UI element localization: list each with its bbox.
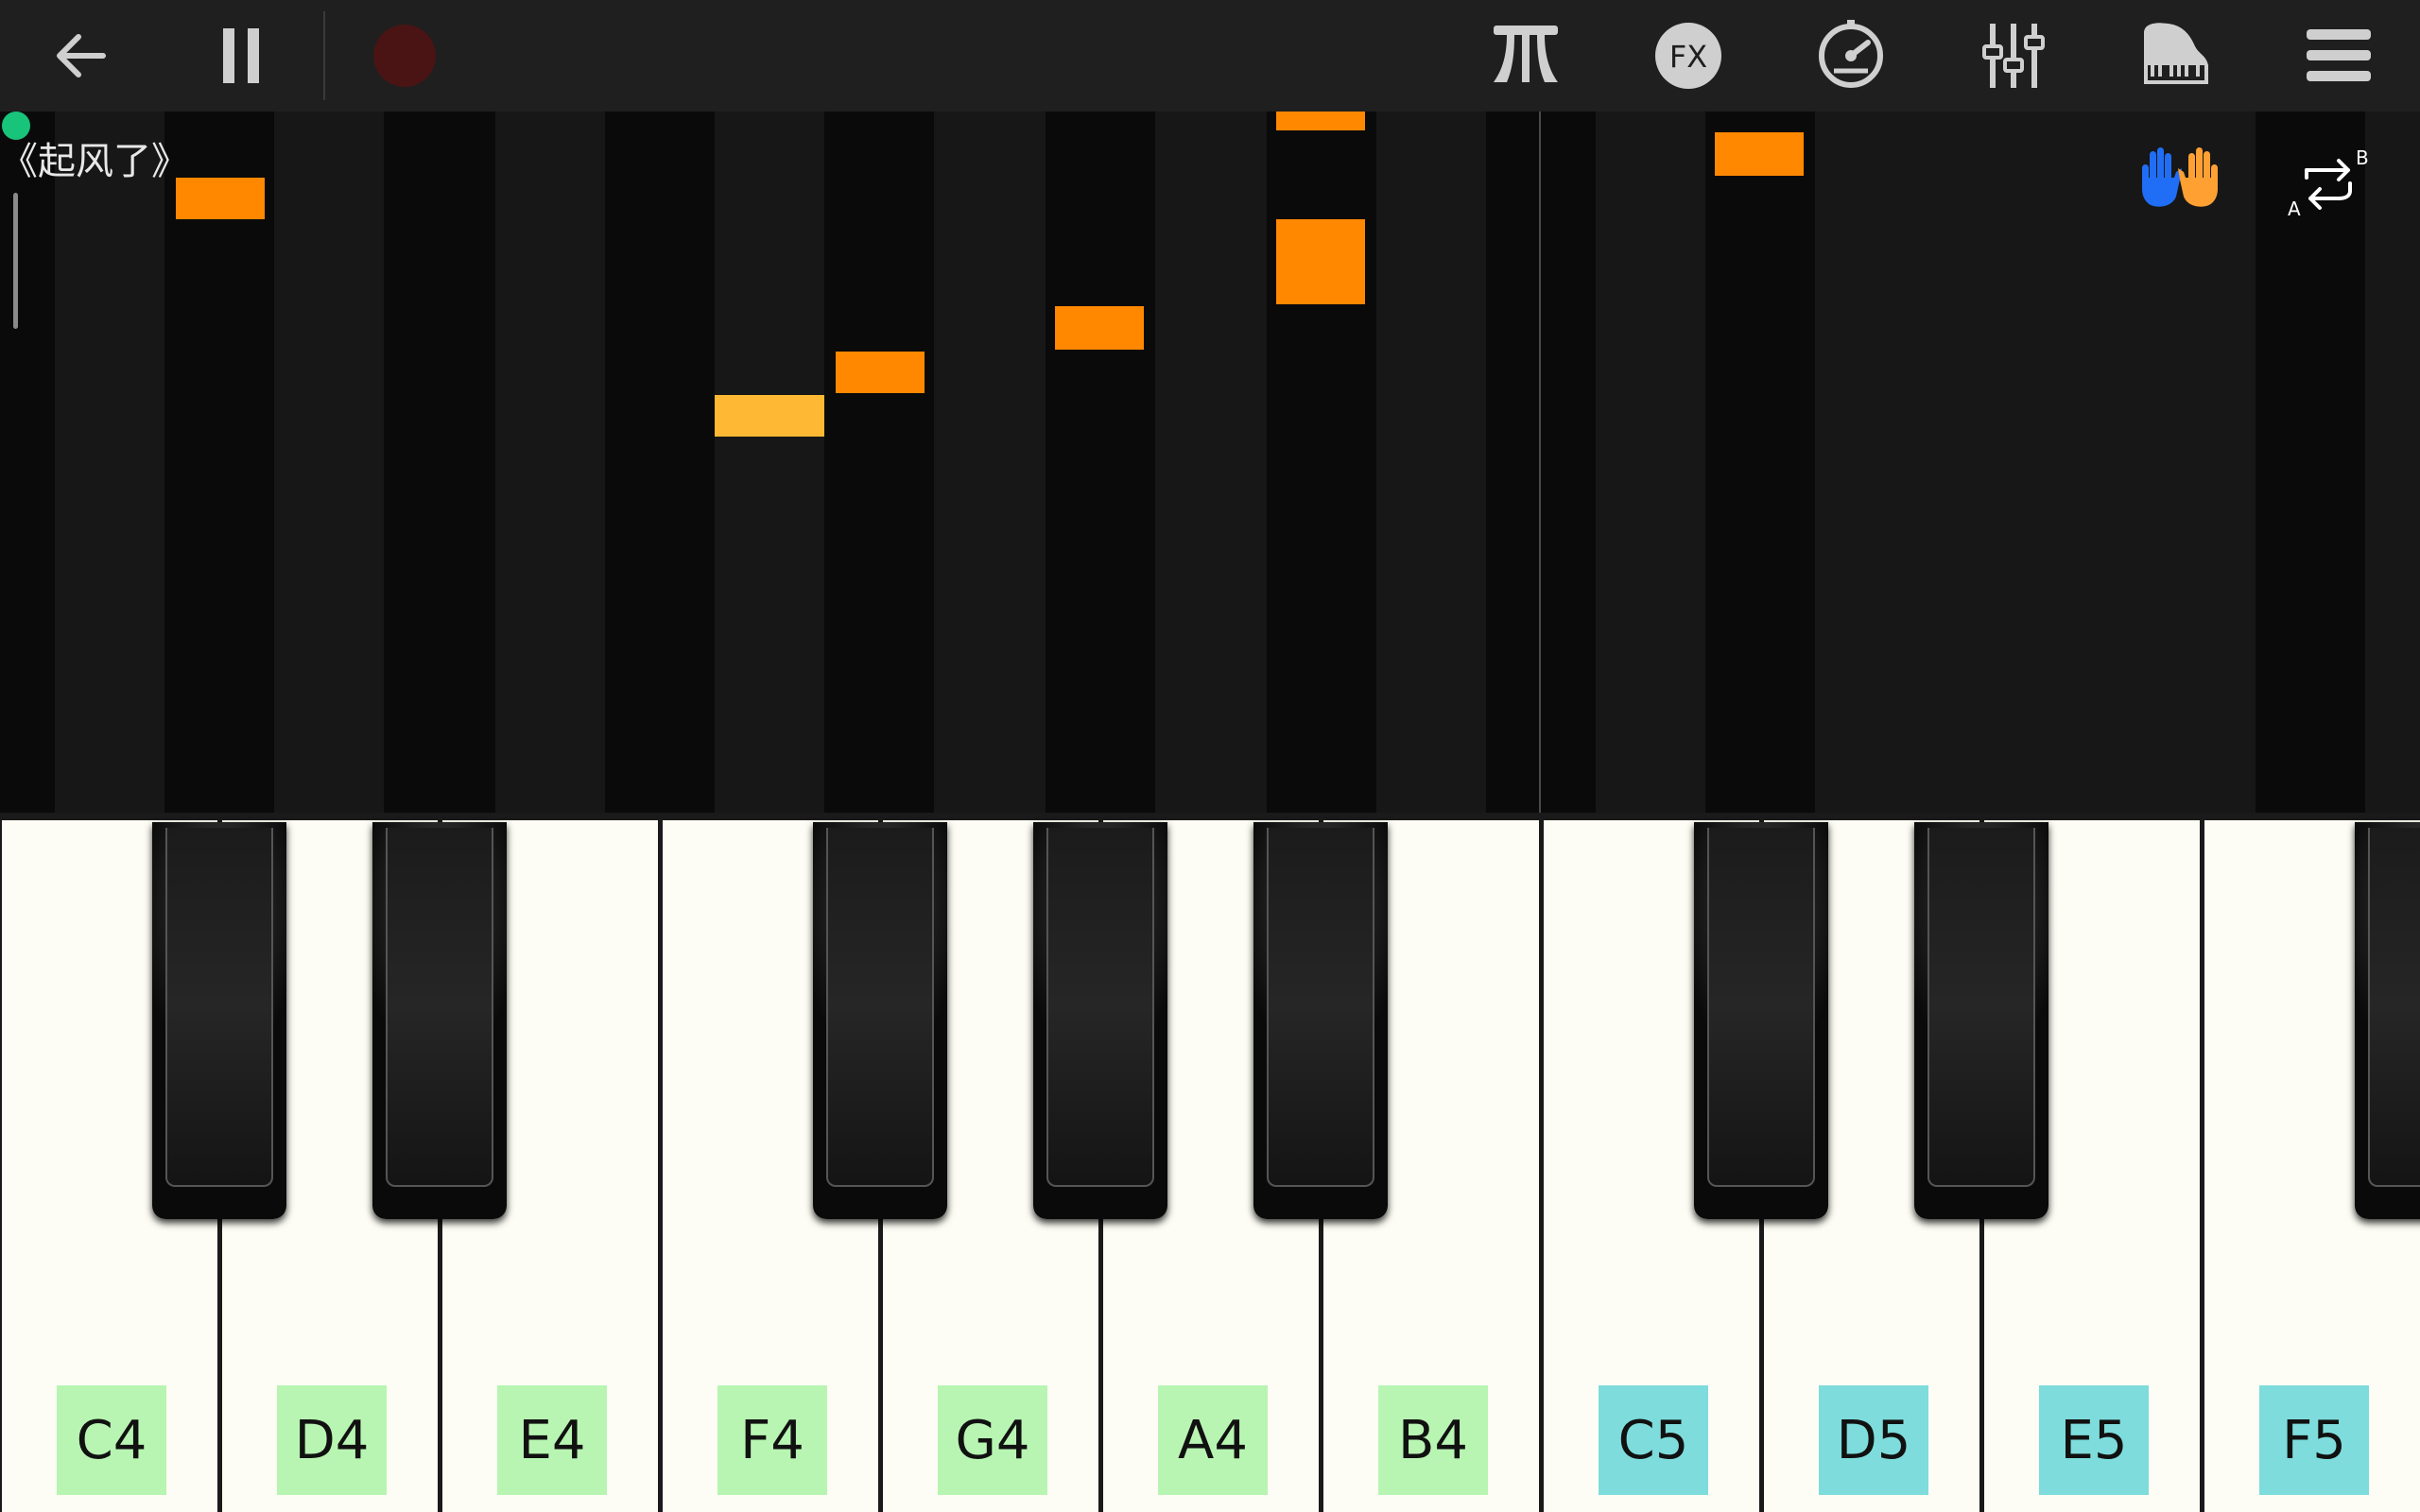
black-key-face: [1267, 828, 1374, 1187]
back-arrow-icon: [57, 34, 106, 77]
black-key-face: [826, 828, 934, 1187]
black-key-g-sharp-4[interactable]: [1033, 822, 1167, 1219]
lane: [715, 112, 824, 813]
svg-text:FX: FX: [1669, 39, 1707, 75]
menu-icon: [2307, 29, 2371, 81]
piano-keyboard: C4 D4 E4 F4 G4 A4 B4 C5 D5 E5 F5: [0, 813, 2420, 1512]
octave-divider: [1539, 112, 1541, 813]
key-label: G4: [938, 1385, 1047, 1495]
falling-note: [1276, 219, 1365, 304]
song-progress-bar[interactable]: [13, 193, 18, 329]
lane: [934, 112, 1046, 813]
hands-icon: [2142, 147, 2218, 207]
falling-note: [1055, 306, 1144, 350]
key-label: F5: [2259, 1385, 2369, 1495]
lane: [2365, 112, 2420, 813]
black-key-face: [165, 828, 273, 1187]
key-label: A4: [1158, 1385, 1268, 1495]
black-key-a-sharp-4[interactable]: [1253, 822, 1388, 1219]
toolbar-divider: [323, 11, 325, 100]
pause-icon: [223, 28, 259, 83]
lane: [1596, 112, 1705, 813]
record-icon: [373, 25, 436, 87]
lane: [2034, 112, 2256, 813]
fx-icon: FX: [1655, 23, 1721, 89]
mixer-button[interactable]: [1966, 9, 2061, 103]
black-key-face: [1707, 828, 1815, 1187]
key-label: C4: [57, 1385, 166, 1495]
key-label: F4: [717, 1385, 827, 1495]
black-key-face: [1046, 828, 1154, 1187]
note-roll: 《起风了》 B A: [0, 112, 2420, 813]
black-key-d-sharp-4[interactable]: [372, 822, 507, 1219]
lane: [1376, 112, 1486, 813]
key-label: D4: [277, 1385, 387, 1495]
falling-note: [1276, 112, 1365, 130]
sustain-pedal-button[interactable]: [1478, 9, 1573, 103]
back-button[interactable]: [34, 9, 129, 103]
key-label: E5: [2039, 1385, 2149, 1495]
ab-loop-button[interactable]: B A: [2282, 142, 2373, 220]
svg-text:A: A: [2288, 198, 2301, 217]
black-key-c-sharp-4[interactable]: [152, 822, 286, 1219]
falling-note: [176, 178, 265, 219]
key-label: B4: [1378, 1385, 1488, 1495]
song-title: 《起风了》: [0, 140, 189, 183]
hand-select-button[interactable]: [2135, 140, 2225, 215]
falling-note: [1715, 132, 1804, 176]
falling-note-active: [715, 395, 824, 437]
svg-text:B: B: [2356, 146, 2369, 169]
instrument-button[interactable]: [2129, 9, 2223, 103]
metronome-button[interactable]: [1804, 9, 1898, 103]
sustain-pedal-icon: [1494, 26, 1558, 82]
lane: [274, 112, 384, 813]
progress-indicator-dot[interactable]: [2, 112, 30, 140]
lane: [495, 112, 605, 813]
black-key-f-sharp-5[interactable]: [2355, 822, 2420, 1219]
black-key-c-sharp-5[interactable]: [1694, 822, 1828, 1219]
fx-button[interactable]: FX: [1641, 9, 1736, 103]
record-button[interactable]: [357, 9, 452, 103]
pause-button[interactable]: [195, 9, 289, 103]
lane: [1815, 112, 2034, 813]
key-label: E4: [497, 1385, 607, 1495]
mixer-sliders-icon: [1982, 24, 2045, 88]
metronome-icon: [1819, 20, 1883, 88]
ab-loop-icon: B A: [2288, 146, 2369, 220]
black-key-d-sharp-5[interactable]: [1914, 822, 2048, 1219]
lane: [55, 112, 164, 813]
grand-piano-icon: [2144, 23, 2208, 84]
black-key-face: [386, 828, 493, 1187]
key-label: C5: [1599, 1385, 1708, 1495]
black-key-f-sharp-4[interactable]: [813, 822, 947, 1219]
toolbar: FX: [0, 0, 2420, 112]
key-label: D5: [1819, 1385, 1928, 1495]
black-key-face: [2368, 828, 2420, 1187]
menu-button[interactable]: [2291, 9, 2386, 103]
lane: [1155, 112, 1267, 813]
black-key-face: [1927, 828, 2035, 1187]
falling-note: [836, 352, 925, 393]
